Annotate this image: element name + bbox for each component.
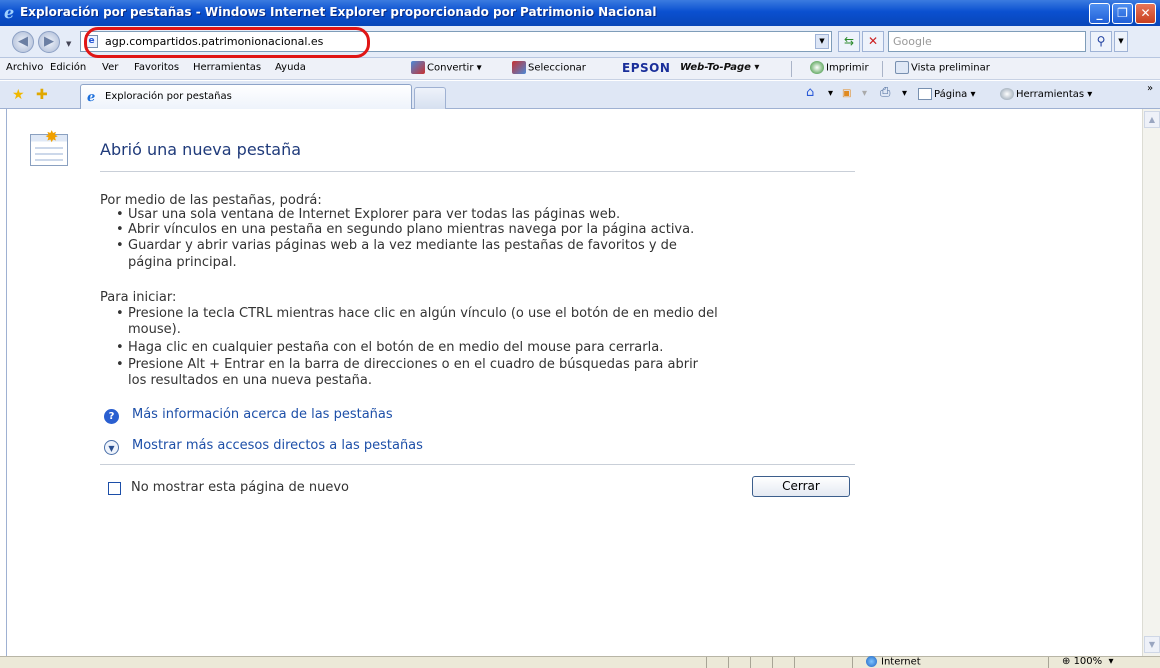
bullet-dot: • (116, 222, 124, 237)
globe-icon (866, 656, 877, 667)
feeds-icon[interactable]: ▣ (842, 88, 851, 99)
help-icon[interactable]: ? (104, 409, 119, 424)
search-placeholder: Google (893, 35, 932, 48)
new-tab-button[interactable] (414, 87, 446, 109)
status-bar: Internet ⊕ 100% ▾ (0, 656, 1160, 668)
bullet-dot: • (116, 238, 124, 253)
start-bullet-cont: mouse). (128, 322, 181, 337)
toolbar-overflow-button[interactable]: » (1147, 83, 1153, 94)
home-dropdown-icon[interactable]: ▾ (828, 88, 833, 99)
tab-label: Exploración por pestañas (105, 91, 232, 102)
home-icon[interactable]: ⌂ (806, 85, 814, 100)
start-bullet: Presione Alt + Entrar en la barra de dir… (128, 357, 699, 372)
menu-herramientas[interactable]: Herramientas (193, 62, 261, 73)
intro-text: Por medio de las pestañas, podrá: (100, 193, 322, 208)
security-zone[interactable]: Internet (866, 656, 921, 668)
back-button[interactable]: ◀ (12, 31, 34, 53)
divider (100, 464, 855, 465)
start-bullet-cont: los resultados en una nueva pestaña. (128, 373, 372, 388)
vertical-scrollbar[interactable]: ▲ ▼ (1142, 109, 1160, 656)
bullet-dot: • (116, 207, 124, 222)
tab-bar: ★ ✚ ℯ Exploración por pestañas ⌂ ▾ ▣ ▾ ⎙… (0, 81, 1160, 109)
convertir-button[interactable]: Convertir ▾ (411, 61, 482, 74)
web-to-page-button[interactable]: Web-To-Page ▾ (680, 62, 759, 73)
refresh-button[interactable]: ⇆ (838, 31, 860, 52)
convert-pdf-icon (411, 61, 425, 74)
menu-favoritos[interactable]: Favoritos (134, 62, 179, 73)
bullet-dot: • (116, 357, 124, 372)
history-dropdown-icon[interactable]: ▼ (66, 40, 71, 48)
imprimir-button[interactable]: Imprimir (810, 61, 869, 74)
menu-bar: Archivo Edición Ver Favoritos Herramient… (0, 58, 1160, 80)
chevron-down-icon[interactable]: ▼ (104, 440, 119, 455)
intro-bullet: Abrir vínculos en una pestaña en segundo… (128, 222, 695, 237)
new-tab-illustration-icon: ✸ (30, 127, 68, 166)
search-options-icon[interactable]: ▼ (1114, 31, 1128, 52)
menu-archivo[interactable]: Archivo (6, 62, 43, 73)
page-title: Abrió una nueva pestaña (100, 140, 302, 159)
favorites-center-icon[interactable]: ★ (12, 87, 25, 103)
divider (100, 171, 855, 172)
url-text: agp.compartidos.patrimonionacional.es (105, 35, 324, 48)
print-icon (810, 61, 824, 74)
start-bullet: Haga clic en cualquier pestaña con el bo… (128, 340, 664, 355)
show-shortcuts-link[interactable]: Mostrar más accesos directos a las pesta… (132, 438, 423, 453)
menu-ver[interactable]: Ver (102, 62, 118, 73)
add-favorites-icon[interactable]: ✚ (36, 87, 48, 103)
intro-bullet-cont: página principal. (128, 255, 237, 270)
intro-bullet: Guardar y abrir varias páginas web a la … (128, 238, 677, 253)
separator (791, 61, 792, 77)
vista-preliminar-button[interactable]: Vista preliminar (895, 61, 990, 74)
gear-icon (1000, 88, 1014, 100)
print-tab-icon[interactable]: ⎙ (880, 85, 890, 100)
intro-bullet: Usar una sola ventana de Internet Explor… (128, 207, 621, 222)
scroll-up-icon[interactable]: ▲ (1144, 111, 1160, 128)
close-window-button[interactable]: ✕ (1135, 3, 1156, 24)
more-info-link[interactable]: Más información acerca de las pestañas (132, 407, 393, 422)
page-menu-icon (918, 88, 932, 100)
start-bullet: Presione la tecla CTRL mientras hace cli… (128, 306, 718, 321)
address-bar: ◀ ▶ ▼ e agp.compartidos.patrimonionacion… (0, 26, 1160, 58)
ie-page-icon: ℯ (87, 90, 96, 105)
start-text: Para iniciar: (100, 290, 177, 305)
search-input[interactable]: Google (888, 31, 1086, 52)
window-title: Exploración por pestañas - Windows Inter… (20, 5, 657, 19)
scroll-down-icon[interactable]: ▼ (1144, 636, 1160, 653)
menu-edicion[interactable]: Edición (50, 62, 86, 73)
title-bar: ℯ Exploración por pestañas - Windows Int… (0, 0, 1160, 26)
pagina-menu[interactable]: Página ▾ (918, 88, 976, 100)
cerrar-button[interactable]: Cerrar (752, 476, 850, 497)
search-button[interactable]: ⚲ (1090, 31, 1112, 52)
forward-button[interactable]: ▶ (38, 31, 60, 53)
sparkle-icon: ✸ (45, 127, 59, 146)
dont-show-label: No mostrar esta página de nuevo (131, 480, 349, 495)
herramientas-menu[interactable]: Herramientas ▾ (1000, 88, 1092, 100)
dont-show-checkbox[interactable] (108, 482, 121, 495)
epson-logo: EPSON (622, 61, 671, 75)
bullet-dot: • (116, 306, 124, 321)
bullet-dot: • (116, 340, 124, 355)
tab-exploracion[interactable]: ℯ Exploración por pestañas (80, 84, 412, 109)
stop-button[interactable]: ✕ (862, 31, 884, 52)
separator (882, 61, 883, 77)
minimize-button[interactable]: _ (1089, 3, 1110, 24)
zoom-level[interactable]: ⊕ 100% ▾ (1062, 656, 1114, 667)
print-dropdown-icon[interactable]: ▾ (902, 88, 907, 99)
menu-ayuda[interactable]: Ayuda (275, 62, 306, 73)
select-icon (512, 61, 526, 74)
preview-icon (895, 61, 909, 74)
restore-button[interactable]: ❐ (1112, 3, 1133, 24)
seleccionar-button[interactable]: Seleccionar (512, 61, 586, 74)
url-dropdown-icon[interactable]: ▼ (815, 34, 829, 49)
feeds-dropdown-icon[interactable]: ▾ (862, 88, 867, 99)
page-icon: e (85, 35, 98, 48)
url-field[interactable]: e agp.compartidos.patrimonionacional.es … (80, 31, 832, 52)
